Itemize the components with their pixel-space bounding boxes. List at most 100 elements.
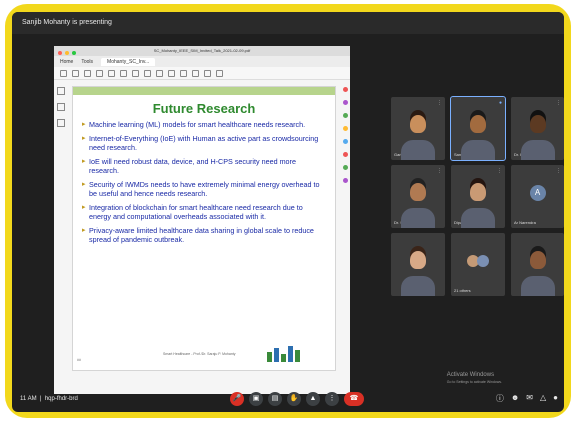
bookmark-icon[interactable] [57,87,65,95]
minimize-window-icon[interactable] [65,51,70,55]
others-avatar [477,255,490,268]
comment-icon[interactable] [144,69,151,77]
draw-icon[interactable] [168,69,175,77]
chat-icon[interactable]: ✉ [526,393,533,404]
hand-icon[interactable] [132,69,139,77]
slide-number: ## [77,358,81,362]
organize-pages-icon[interactable] [342,152,348,157]
more-options-icon[interactable]: ⋮ [437,100,442,106]
fill-sign-icon[interactable] [342,165,348,170]
viewer-title: SC_Mohanty_IEEE_SIM_Invited_Talk_2021-02… [153,48,251,53]
more-options-icon[interactable]: ⋮ [556,100,561,106]
raise-hand-button[interactable]: ✋ [287,392,301,406]
tab-home[interactable]: Home [60,59,73,65]
participant-tile[interactable]: A ⋮ Ar Narendra [511,165,564,228]
attachment-icon[interactable] [57,119,65,127]
create-pdf-icon[interactable] [342,113,348,118]
others-count: 21 others [454,288,471,293]
camera-toggle-button[interactable]: ▣ [249,392,263,406]
call-controls: 🎤 ▣ ▤ ✋ ▲ ⋮ ☎ [230,392,364,406]
people-icon[interactable]: ☻ [511,393,519,404]
university-logo-icon [267,344,305,362]
participant-tile[interactable]: ⋮ Dr. Prabhat Kumar [511,97,564,160]
participant-name: Ar Narendra [514,220,536,225]
save-icon[interactable] [60,69,67,77]
tab-document[interactable]: Mohanty_SC_Inv... [101,57,156,66]
participant-body [401,276,435,296]
viewer-titlebar: SC_Mohanty_IEEE_SIM_Invited_Talk_2021-02… [54,46,350,56]
bullet-icon: ▸ [82,181,86,188]
lock-icon[interactable]: ● [553,393,558,404]
participant-tile[interactable]: ⋮ Garima Shel [391,97,445,160]
participant-body [401,140,435,160]
edit-pdf-icon[interactable] [342,100,348,105]
participant-body [461,208,495,228]
zoom-out-icon[interactable] [96,69,103,77]
viewer-tabs: Home Tools Mohanty_SC_Inv... [54,56,350,67]
meeting-controls-bar: 11 AM | hqp-fhdr-brd 🎤 ▣ ▤ ✋ ▲ ⋮ ☎ ⓘ ☻ ✉… [12,382,564,412]
participant-body [520,140,555,160]
text-icon[interactable] [180,69,187,77]
participant-video [410,251,426,269]
bullet-icon: ▸ [82,204,86,211]
more-options-button[interactable]: ⋮ [325,392,339,406]
bullet-item: ▸ IoE will need robust data, device, and … [82,157,296,175]
bullet-item: ▸ Machine learning (ML) models for smart … [82,120,306,129]
select-icon[interactable] [120,69,127,77]
presentation-slide: Future Research ▸ Machine learning (ML) m… [72,86,336,371]
participant-tile[interactable]: ⋮ Dr. Sandeep garg [391,165,445,228]
bullet-item: ▸ Integration of blockchain for smart hea… [82,203,303,221]
viewer-right-rail [340,79,350,379]
comment-tool-icon[interactable] [342,126,348,131]
others-tile[interactable]: 21 others [451,233,505,296]
participant-video [410,183,426,201]
meeting-clock: 11 AM | hqp-fhdr-brd [20,396,78,402]
present-button[interactable]: ▲ [306,392,320,406]
participant-tile[interactable] [391,233,445,296]
slide-header-bar [73,87,335,95]
more-options-icon[interactable]: ⋮ [556,168,561,174]
zoom-in-icon[interactable] [108,69,115,77]
more-tools-icon[interactable] [216,69,223,77]
bullet-list: ▸ Machine learning (ML) models for smart … [73,120,335,244]
participant-tile[interactable]: ⋮ Dipanjali ... [451,165,505,228]
meeting-code: hqp-fhdr-brd [44,396,78,402]
more-options-icon[interactable]: ⋮ [497,168,502,174]
protect-icon[interactable] [342,178,348,183]
participant-tile-active-speaker[interactable]: ● Sanjib Mohanty [450,96,506,161]
window-controls[interactable] [58,49,78,59]
end-call-button[interactable]: ☎ [344,392,364,406]
meet-window: Sanjib Mohanty is presenting SC_Mohanty_… [12,12,564,412]
combine-files-icon[interactable] [342,139,348,144]
sign-icon[interactable] [192,69,199,77]
speaking-icon: ● [498,100,502,106]
presenting-banner: Sanjib Mohanty is presenting [12,12,564,34]
bullet-icon: ▸ [82,227,86,234]
maximize-window-icon[interactable] [72,51,77,55]
slide-footer: Smart Healthcare - Prof./Dr. Saraju P. M… [163,352,236,356]
shared-screen: SC_Mohanty_IEEE_SIM_Invited_Talk_2021-02… [54,46,350,394]
captions-button[interactable]: ▤ [268,392,282,406]
bullet-item: ▸ Internet-of-Everything (IoE) with Human… [82,134,319,152]
highlight-icon[interactable] [156,69,163,77]
participant-video [529,251,546,269]
side-controls: ⓘ ☻ ✉ △ ● [496,393,558,404]
participant-body [461,140,495,160]
more-options-icon[interactable]: ⋮ [437,168,442,174]
info-icon[interactable]: ⓘ [496,393,504,404]
avatar: A [529,185,546,202]
slide-title: Future Research [152,101,256,116]
bullet-icon: ▸ [82,158,86,165]
bullet-item: ▸ Security of IWMDs needs to have extreme… [82,180,320,198]
export-pdf-icon[interactable] [342,87,348,92]
share-icon[interactable] [204,69,211,77]
participant-video [410,115,426,133]
activities-icon[interactable]: △ [540,393,546,404]
tab-tools[interactable]: Tools [81,59,93,65]
print-icon[interactable] [72,69,79,77]
pages-icon[interactable] [57,103,65,111]
search-icon[interactable] [84,69,91,77]
mic-toggle-button[interactable]: 🎤 [230,392,244,406]
close-window-icon[interactable] [58,51,62,55]
participant-tile[interactable] [511,233,564,296]
